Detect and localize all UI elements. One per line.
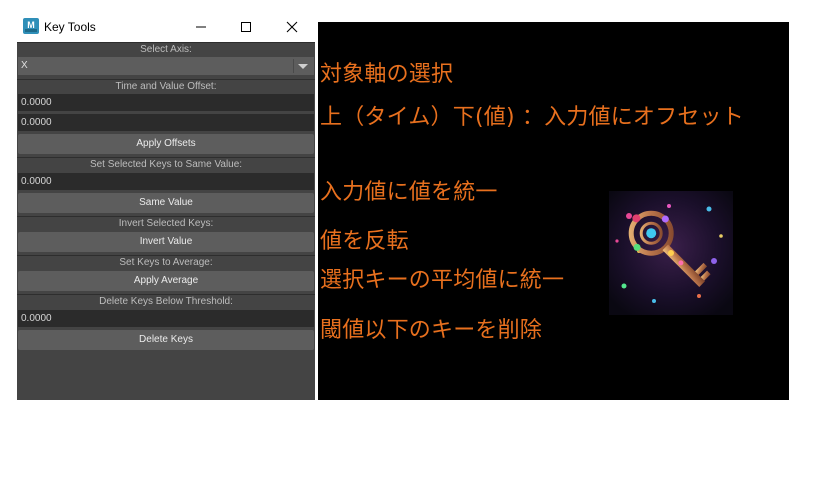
offset-label: Time and Value Offset: — [17, 79, 315, 94]
annotation-same-value: 入力値に値を統一 — [320, 180, 498, 205]
annotation-offset: 上（タイム）下(値) ：入力値にオフセット — [320, 105, 744, 130]
same-value-label: Set Selected Keys to Same Value: — [17, 157, 315, 172]
average-label: Set Keys to Average: — [17, 255, 315, 270]
minimize-icon — [196, 26, 206, 28]
select-axis-label: Select Axis: — [17, 42, 315, 57]
annotation-invert: 値を反転 — [320, 229, 409, 254]
apply-average-button[interactable]: Apply Average — [18, 271, 314, 291]
threshold-field[interactable]: 0.0000 — [18, 310, 314, 327]
maximize-icon — [241, 22, 251, 32]
invert-value-button[interactable]: Invert Value — [18, 232, 314, 252]
close-icon — [286, 21, 298, 33]
maximize-button[interactable] — [223, 11, 269, 42]
apply-offsets-button[interactable]: Apply Offsets — [18, 134, 314, 154]
ornate-key-icon — [609, 191, 733, 315]
invert-label: Invert Selected Keys: — [17, 216, 315, 231]
same-value-field[interactable]: 0.0000 — [18, 173, 314, 190]
window-title: Key Tools — [44, 20, 96, 34]
axis-selected-value: X — [21, 60, 28, 71]
annotation-panel: 対象軸の選択 上（タイム）下(値) ：入力値にオフセット 入力値に値を統一 値を… — [318, 22, 789, 400]
annotation-average: 選択キーの平均値に統一 — [320, 268, 565, 293]
key-tools-window: M Key Tools Select Axis: X Time and Valu… — [17, 11, 315, 400]
delete-keys-button[interactable]: Delete Keys — [18, 330, 314, 350]
minimize-button[interactable] — [178, 11, 224, 42]
close-button[interactable] — [269, 11, 315, 42]
app-icon-letter: M — [27, 20, 35, 30]
annotation-threshold: 閾値以下のキーを削除 — [320, 318, 543, 343]
chevron-down-icon[interactable] — [298, 64, 308, 69]
annotation-axis: 対象軸の選択 — [320, 62, 454, 87]
maya-app-icon: M — [23, 18, 39, 34]
dropdown-divider — [293, 59, 294, 73]
same-value-button[interactable]: Same Value — [18, 193, 314, 213]
time-offset-field[interactable]: 0.0000 — [18, 94, 314, 111]
value-offset-field[interactable]: 0.0000 — [18, 114, 314, 131]
title-bar: M Key Tools — [17, 11, 315, 42]
threshold-label: Delete Keys Below Threshold: — [17, 294, 315, 309]
axis-dropdown[interactable]: X — [18, 57, 314, 75]
